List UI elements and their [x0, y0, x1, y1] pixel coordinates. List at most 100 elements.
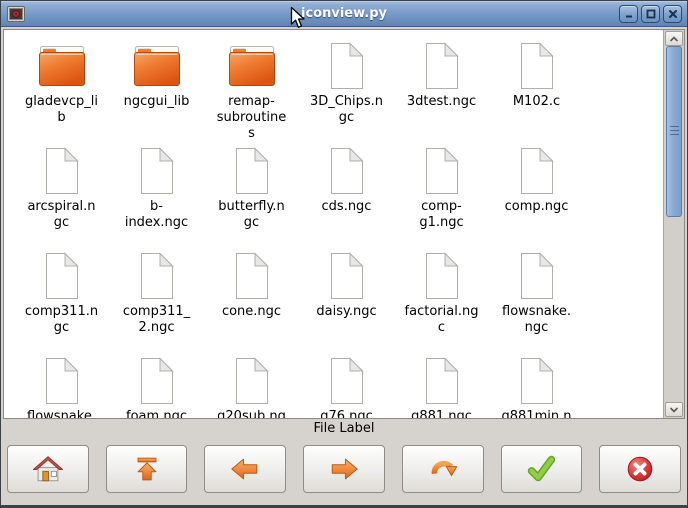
file-item-icon-box — [327, 41, 367, 91]
file-item-icon-box — [327, 356, 367, 406]
file-item[interactable]: flowsnake.py — [14, 352, 109, 419]
file-item-icon-box — [517, 146, 557, 196]
file-icon — [517, 357, 557, 405]
scroll-up-button[interactable] — [665, 31, 683, 46]
file-icon — [137, 357, 177, 405]
minimize-icon — [623, 8, 635, 20]
file-item-label: comp311_2.ngc — [120, 304, 194, 336]
vertical-scrollbar[interactable] — [663, 30, 684, 418]
file-item-label: flowsnake.ngc — [500, 304, 574, 336]
file-item-label: daisy.ngc — [310, 304, 384, 320]
file-item[interactable]: g76.ngc — [299, 352, 394, 419]
file-item-label: arcspiral.ngc — [25, 199, 99, 231]
file-item[interactable]: cds.ngc — [299, 142, 394, 247]
app-window: iconview.py — [0, 0, 688, 508]
file-item[interactable]: arcspiral.ngc — [14, 142, 109, 247]
file-item[interactable]: flowsnake.ngc — [489, 247, 584, 352]
file-icon — [327, 42, 367, 90]
check-icon — [524, 452, 558, 486]
file-item[interactable]: b-index.ngc — [109, 142, 204, 247]
file-item[interactable]: butterfly.ngc — [204, 142, 299, 247]
file-item-label: g881.ngc — [405, 409, 479, 419]
titlebar[interactable]: iconview.py — [1, 1, 687, 27]
file-item[interactable]: comp-g1.ngc — [394, 142, 489, 247]
file-item-icon-box — [232, 146, 272, 196]
window-controls — [619, 5, 682, 23]
home-button[interactable] — [7, 445, 89, 493]
file-item-icon-box — [327, 146, 367, 196]
file-item[interactable]: foam.ngc — [109, 352, 204, 419]
file-item[interactable]: comp.ngc — [489, 142, 584, 247]
file-icon — [42, 147, 82, 195]
file-item[interactable]: M102.c — [489, 37, 584, 142]
folder-icon — [38, 45, 86, 87]
icon-grid: gladevcp_lib ngcgui_lib — [4, 30, 663, 419]
file-item[interactable]: ngcgui_lib — [109, 37, 204, 142]
redo-button[interactable] — [402, 445, 484, 493]
close-icon — [667, 8, 679, 20]
file-item-icon-box — [422, 146, 462, 196]
scroll-down-button[interactable] — [665, 402, 683, 417]
toolbar — [1, 437, 687, 505]
file-item-icon-box — [517, 251, 557, 301]
file-item[interactable]: remap-subroutines — [204, 37, 299, 142]
maximize-button[interactable] — [641, 5, 660, 23]
file-item[interactable]: factorial.ngc — [394, 247, 489, 352]
file-item-icon-box — [137, 356, 177, 406]
file-item[interactable]: g881min.ngc — [489, 352, 584, 419]
window-title: iconview.py — [1, 6, 687, 21]
back-button[interactable] — [204, 445, 286, 493]
file-item-label: 3D_Chips.ngc — [310, 94, 384, 126]
close-button[interactable] — [663, 5, 682, 23]
file-item[interactable]: g881.ngc — [394, 352, 489, 419]
file-icon — [422, 357, 462, 405]
cancel-button[interactable] — [599, 445, 681, 493]
forward-arrow-icon — [327, 452, 361, 486]
up-button[interactable] — [106, 445, 188, 493]
file-item[interactable]: 3D_Chips.ngc — [299, 37, 394, 142]
file-item-icon-box — [42, 251, 82, 301]
file-icon — [422, 42, 462, 90]
file-item-label: M102.c — [500, 94, 574, 110]
file-item[interactable]: 3dtest.ngc — [394, 37, 489, 142]
file-icon — [327, 147, 367, 195]
file-item-label: comp.ngc — [500, 199, 574, 215]
file-item-icon-box — [232, 356, 272, 406]
file-item-label: ngcgui_lib — [120, 94, 194, 110]
folder-icon — [228, 45, 276, 87]
scrollbar-thumb[interactable] — [666, 46, 682, 217]
file-item-icon-box — [137, 251, 177, 301]
file-item-label: gladevcp_lib — [25, 94, 99, 126]
file-item-icon-box — [38, 41, 86, 91]
back-arrow-icon — [228, 452, 262, 486]
app-window-icon — [7, 6, 25, 22]
maximize-icon — [645, 8, 657, 20]
chevron-up-icon — [669, 36, 679, 42]
file-item-icon-box — [327, 251, 367, 301]
file-icon — [517, 147, 557, 195]
folder-icon — [133, 45, 181, 87]
up-to-top-arrow-icon — [130, 452, 164, 486]
file-item-icon-box — [422, 251, 462, 301]
ok-button[interactable] — [501, 445, 583, 493]
file-label-bar: File Label — [1, 420, 687, 437]
file-item[interactable]: gladevcp_lib — [14, 37, 109, 142]
file-item-icon-box — [228, 41, 276, 91]
file-item-label: remap-subroutines — [215, 94, 289, 142]
file-item-label: butterfly.ngc — [215, 199, 289, 231]
file-icon — [232, 252, 272, 300]
file-icon — [42, 357, 82, 405]
file-item-label: 3dtest.ngc — [405, 94, 479, 110]
file-item[interactable]: daisy.ngc — [299, 247, 394, 352]
file-item-label: factorial.ngc — [405, 304, 479, 336]
file-item[interactable]: comp311_2.ngc — [109, 247, 204, 352]
file-item[interactable]: comp311.ngc — [14, 247, 109, 352]
file-item-icon-box — [517, 356, 557, 406]
file-item[interactable]: g20sub.ngc — [204, 352, 299, 419]
minimize-button[interactable] — [619, 5, 638, 23]
file-label-text: File Label — [314, 421, 375, 436]
file-icon — [137, 252, 177, 300]
file-item[interactable]: cone.ngc — [204, 247, 299, 352]
forward-button[interactable] — [303, 445, 385, 493]
file-item-label: g20sub.ngc — [215, 409, 289, 419]
